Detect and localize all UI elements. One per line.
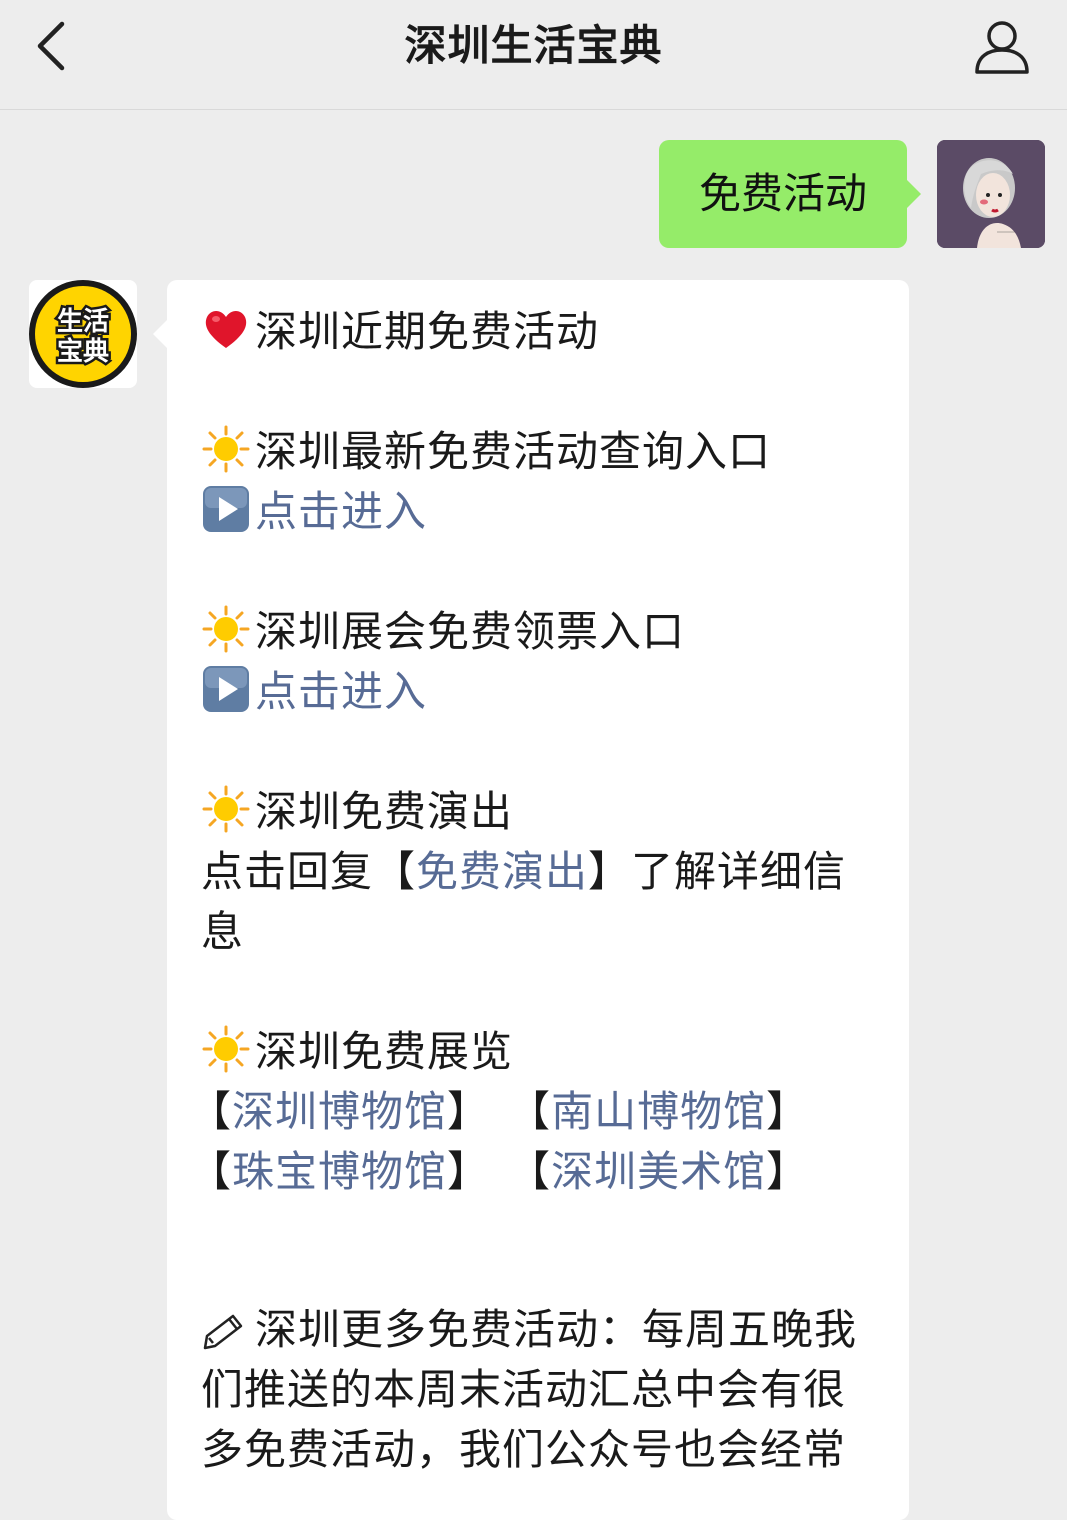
section3-reply-line: 点击回复【免费演出】了解详细信 (201, 842, 891, 902)
message-heading: 深圳近期免费活动 (255, 307, 600, 356)
heart-emoji-icon (201, 304, 251, 354)
section4-title-line: 深圳免费展览 (201, 1022, 891, 1082)
person-icon[interactable] (973, 18, 1031, 76)
section2-link-line[interactable]: 点击进入 (201, 662, 891, 722)
section2-link[interactable]: 点击进入 (255, 667, 427, 716)
user-avatar-illustration (937, 140, 1045, 248)
play-button-emoji-icon (201, 664, 251, 714)
section3-keyword-link[interactable]: 免费演出 (416, 847, 588, 896)
museum-link-nanshan[interactable]: 南山博物馆 (551, 1087, 766, 1136)
sun-emoji-icon (201, 1024, 251, 1074)
bot-message-bubble[interactable]: 深圳近期免费活动 深圳最新免费活动查询入口 点击进入 深圳展会免费领票入口 点击… (153, 280, 909, 1520)
museum-link-art[interactable]: 深圳美术馆 (551, 1147, 766, 1196)
section3-suffix: 】了解详细信 (588, 847, 847, 896)
bot-avatar[interactable]: 生活 宝典 (29, 280, 137, 388)
section1-title-line: 深圳最新免费活动查询入口 (201, 422, 891, 482)
bot-logo: 生活 宝典 (29, 280, 137, 388)
play-button-emoji-icon (201, 484, 251, 534)
section3-title-line: 深圳免费演出 (201, 782, 891, 842)
page-title: 深圳生活宝典 (404, 21, 663, 70)
sun-emoji-icon (201, 604, 251, 654)
footer-text-2: 们推送的本周末活动汇总中会有很 (201, 1365, 847, 1414)
bracket-open: 【 (189, 1087, 233, 1136)
section4-title: 深圳免费展览 (255, 1027, 514, 1076)
section1-title: 深圳最新免费活动查询入口 (255, 427, 772, 476)
message-heading-line: 深圳近期免费活动 (201, 302, 891, 362)
bracket-close: 】 (766, 1147, 810, 1196)
bracket-close: 】 (447, 1087, 491, 1136)
museum-row-2: 【珠宝博物馆】 【深圳美术馆】 (189, 1142, 891, 1202)
user-message-bubble[interactable]: 免费活动 (659, 140, 921, 248)
section2-title-line: 深圳展会免费领票入口 (201, 602, 891, 662)
bracket-open: 【 (508, 1147, 552, 1196)
bracket-open: 【 (189, 1147, 233, 1196)
bot-message-body: 深圳近期免费活动 深圳最新免费活动查询入口 点击进入 深圳展会免费领票入口 点击… (189, 302, 891, 1480)
section3-title: 深圳免费演出 (255, 787, 514, 836)
chat-area[interactable]: 免费活动 生活 宝典 深圳近期免费活动 深圳最新免费活动查询入口 点击进入 深圳… (0, 110, 1067, 1520)
bracket-close: 】 (766, 1087, 810, 1136)
section3-reply-line-2: 息 (201, 902, 891, 962)
section1-link[interactable]: 点击进入 (255, 487, 427, 536)
section3-prefix: 点击回复【 (201, 847, 417, 896)
museum-link-jewelry[interactable]: 珠宝博物馆 (232, 1147, 447, 1196)
footer-line-3: 多免费活动，我们公众号也会经常 (201, 1420, 891, 1480)
museum-row-1: 【深圳博物馆】 【南山博物馆】 (189, 1082, 891, 1142)
footer-line-1: 深圳更多免费活动：每周五晚我 (201, 1300, 891, 1360)
top-nav-bar: 深圳生活宝典 (0, 0, 1067, 110)
section1-link-line[interactable]: 点击进入 (201, 482, 891, 542)
section2-title: 深圳展会免费领票入口 (255, 607, 686, 656)
svg-text:生活: 生活 (57, 307, 109, 337)
footer-line-2: 们推送的本周末活动汇总中会有很 (201, 1360, 891, 1420)
pencil-emoji-icon (201, 1302, 251, 1352)
bracket-open: 【 (508, 1087, 552, 1136)
user-avatar[interactable] (937, 140, 1045, 248)
svg-text:宝典: 宝典 (57, 336, 109, 367)
user-message-text: 免费活动 (698, 169, 867, 218)
sun-emoji-icon (201, 424, 251, 474)
footer-text-1: 深圳更多免费活动：每周五晚我 (255, 1305, 858, 1354)
bracket-close: 】 (447, 1147, 491, 1196)
museum-link-shenzhen[interactable]: 深圳博物馆 (232, 1087, 447, 1136)
sun-emoji-icon (201, 784, 251, 834)
section3-suffix-2: 息 (201, 907, 245, 956)
footer-text-3: 多免费活动，我们公众号也会经常 (201, 1425, 847, 1474)
